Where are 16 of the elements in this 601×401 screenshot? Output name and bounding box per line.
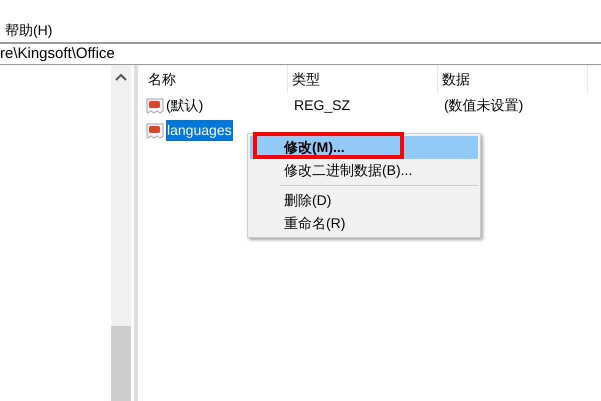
menu-item[interactable]: 重命名(R) bbox=[250, 212, 478, 235]
value-name[interactable]: (默认) bbox=[166, 95, 204, 116]
column-header[interactable]: 名称 bbox=[144, 65, 288, 93]
menu-item[interactable]: 删除(D) bbox=[250, 189, 478, 212]
string-value-icon bbox=[146, 98, 164, 114]
value-data: (数值未设置) bbox=[443, 96, 524, 115]
column-header[interactable]: 数据 bbox=[438, 65, 588, 93]
string-value-icon bbox=[146, 122, 164, 138]
scroll-thumb[interactable] bbox=[111, 326, 131, 401]
menu-item[interactable]: 修改二进制数据(B)... bbox=[250, 159, 478, 182]
value-name[interactable]: languages bbox=[166, 120, 233, 141]
value-type: REG_SZ bbox=[293, 96, 352, 115]
menu-item[interactable]: 帮助(H) bbox=[4, 20, 54, 40]
scrollbar[interactable] bbox=[111, 65, 131, 401]
column-header[interactable]: 类型 bbox=[288, 65, 438, 93]
address-bar[interactable]: re\Kingsoft\Office bbox=[0, 42, 601, 64]
